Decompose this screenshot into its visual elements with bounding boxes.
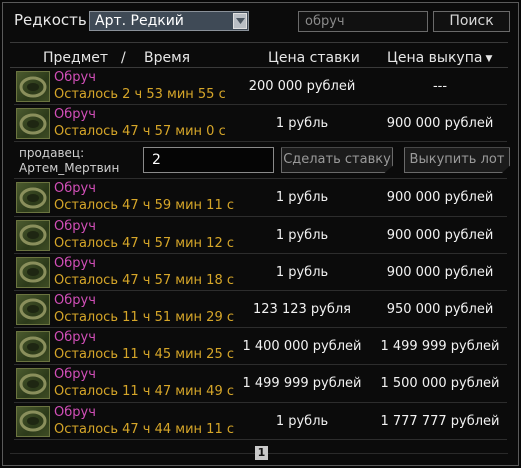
lot-action-panel: продавец: Артем_Мертвин Сделать ставку В… bbox=[14, 142, 510, 180]
lot-time-left: Осталось 47 ч 57 мин 0 с bbox=[54, 124, 226, 140]
lot-time-left: Осталось 11 ч 45 мин 25 с bbox=[54, 347, 234, 363]
lot-buyout-price: 1 500 000 рублей bbox=[380, 376, 500, 392]
hoop-artifact-icon bbox=[16, 256, 50, 288]
lot-bid-price: 1 499 999 рублей bbox=[242, 376, 362, 392]
lot-time-left: Осталось 11 ч 47 мин 49 с bbox=[54, 384, 234, 400]
lot-name: Обруч bbox=[54, 181, 96, 197]
sort-desc-icon: ▼ bbox=[485, 54, 493, 64]
seller-info: продавец: Артем_Мертвин bbox=[19, 146, 119, 176]
divider bbox=[10, 42, 508, 43]
lot-name: Обруч bbox=[54, 330, 96, 346]
lot-buyout-price: --- bbox=[432, 79, 448, 94]
lot-time-left: Осталось 47 ч 59 мин 11 с bbox=[54, 198, 234, 214]
seller-name: Артем_Мертвин bbox=[19, 161, 120, 176]
seller-label: продавец: bbox=[19, 146, 85, 161]
lot-time-left: Осталось 2 ч 53 мин 55 с bbox=[54, 87, 226, 102]
column-header-item[interactable]: Предмет bbox=[43, 50, 108, 66]
lot-buyout-price: 950 000 рублей bbox=[386, 301, 494, 317]
lot-row[interactable]: Обруч Осталось 11 ч 45 мин 25 с 1 400 00… bbox=[14, 328, 507, 366]
hoop-artifact-icon bbox=[16, 71, 50, 102]
column-header-separator: / bbox=[121, 50, 126, 66]
bid-amount-input[interactable] bbox=[143, 147, 274, 174]
lot-row[interactable]: Обруч Осталось 47 ч 57 мин 18 с 1 рубль … bbox=[14, 254, 507, 291]
rarity-select-value: Арт. Редкий bbox=[95, 13, 184, 29]
lot-bid-price: 1 рубль bbox=[275, 264, 329, 280]
hoop-artifact-icon bbox=[16, 331, 50, 363]
place-bid-button[interactable]: Сделать ставку bbox=[281, 147, 393, 174]
lot-name: Обруч bbox=[54, 367, 96, 383]
lot-row[interactable]: Обруч Осталось 47 ч 59 мин 11 с 1 рубль … bbox=[14, 179, 507, 217]
lot-time-left: Осталось 11 ч 51 мин 29 с bbox=[54, 309, 234, 325]
lot-bid-price: 1 400 000 рублей bbox=[242, 339, 362, 355]
hoop-artifact-icon bbox=[16, 108, 50, 140]
page-number-button[interactable]: 1 bbox=[255, 446, 268, 460]
lot-buyout-price: 900 000 рублей bbox=[386, 227, 494, 243]
column-header-time[interactable]: Время bbox=[144, 50, 190, 66]
lot-name: Обруч bbox=[54, 255, 96, 271]
lot-buyout-price: 900 000 рублей bbox=[386, 116, 494, 132]
search-button[interactable]: Поиск bbox=[433, 11, 510, 32]
lot-bid-price: 1 рубль bbox=[275, 116, 329, 132]
lot-buyout-price: 900 000 рублей bbox=[386, 264, 494, 280]
lot-row[interactable]: Обруч Осталось 11 ч 51 мин 29 с 123 123 … bbox=[14, 291, 507, 329]
lot-buyout-price: 900 000 рублей bbox=[386, 190, 494, 206]
column-header-bid[interactable]: Цена ставки bbox=[268, 50, 360, 66]
lot-row[interactable]: Обруч Осталось 11 ч 47 мин 49 с 1 499 99… bbox=[14, 365, 507, 403]
lot-buyout-price: 1 777 777 рублей bbox=[380, 413, 500, 429]
lot-row[interactable]: Обруч Осталось 47 ч 44 мин 11 с 1 рубль … bbox=[14, 403, 507, 440]
rarity-label: Редкость bbox=[14, 11, 87, 29]
hoop-artifact-icon bbox=[16, 368, 50, 400]
hoop-artifact-icon bbox=[16, 405, 50, 437]
chevron-down-icon[interactable] bbox=[233, 13, 247, 29]
lot-row[interactable]: Обруч Осталось 47 ч 57 мин 12 с 1 рубль … bbox=[14, 217, 507, 254]
lot-bid-price: 123 123 рубля bbox=[253, 301, 351, 317]
lot-row-selected[interactable]: Обруч Осталось 47 ч 57 мин 0 с 1 рубль 9… bbox=[14, 105, 507, 143]
lot-row[interactable]: Обруч Осталось 2 ч 53 мин 55 с 200 000 р… bbox=[14, 68, 507, 106]
lot-time-left: Осталось 47 ч 44 мин 11 с bbox=[54, 421, 234, 437]
lot-list: Обруч Осталось 2 ч 53 мин 55 с 200 000 р… bbox=[14, 68, 510, 440]
hoop-artifact-icon bbox=[16, 182, 50, 214]
column-header-buyout[interactable]: Цена выкупа ▼ bbox=[387, 50, 492, 66]
hoop-artifact-icon bbox=[16, 293, 50, 325]
lot-name: Обруч bbox=[54, 218, 96, 234]
lot-time-left: Осталось 47 ч 57 мин 12 с bbox=[54, 235, 234, 251]
lot-bid-price: 1 рубль bbox=[275, 190, 329, 206]
buyout-button[interactable]: Выкупить лот bbox=[404, 147, 510, 174]
lot-name: Обруч bbox=[54, 404, 96, 420]
search-input[interactable] bbox=[298, 11, 428, 32]
lot-bid-price: 200 000 рублей bbox=[248, 79, 356, 94]
lot-name: Обруч bbox=[54, 70, 96, 85]
lot-bid-price: 1 рубль bbox=[275, 413, 329, 429]
lot-bid-price: 1 рубль bbox=[275, 227, 329, 243]
lot-name: Обруч bbox=[54, 292, 96, 308]
hoop-artifact-icon bbox=[16, 219, 50, 251]
pagination: 1 bbox=[0, 446, 521, 460]
rarity-select[interactable]: Арт. Редкий bbox=[89, 11, 249, 31]
column-header-buyout-label: Цена выкупа bbox=[387, 50, 483, 66]
lot-name: Обруч bbox=[54, 107, 96, 123]
lot-time-left: Осталось 47 ч 57 мин 18 с bbox=[54, 272, 234, 288]
lot-buyout-price: 1 499 999 рублей bbox=[380, 339, 500, 355]
